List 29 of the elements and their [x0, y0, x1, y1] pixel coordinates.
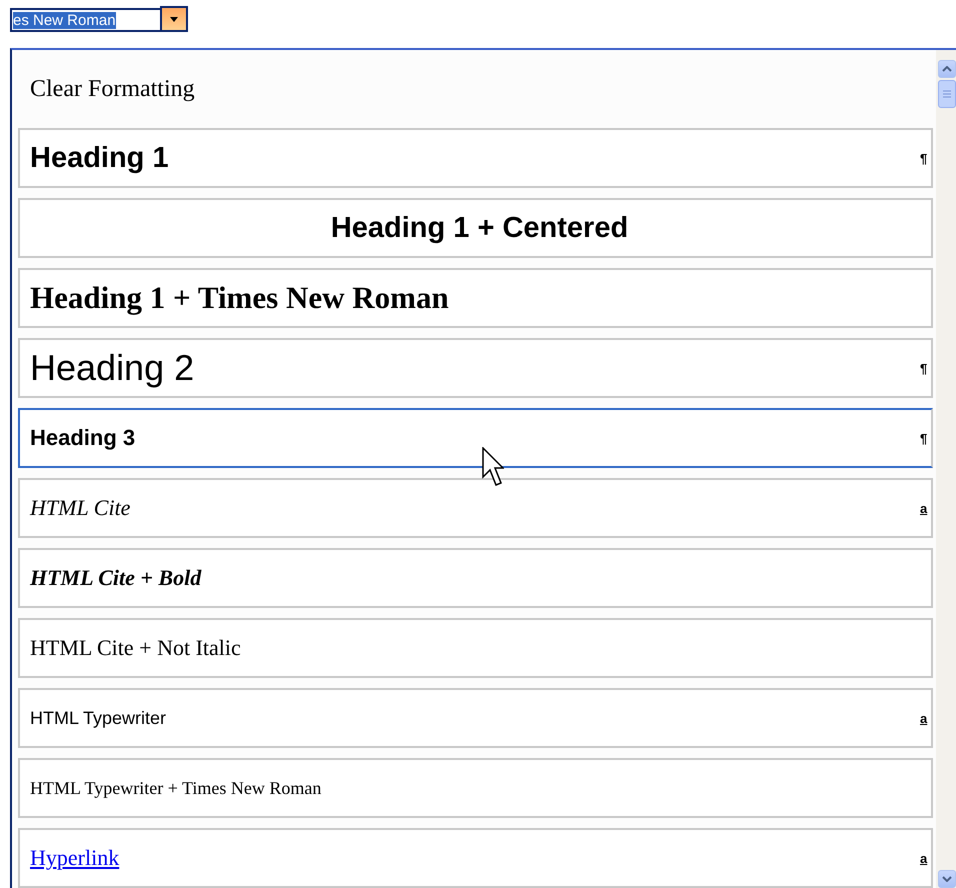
style-type-mark: a — [920, 710, 928, 726]
style-item[interactable]: Heading 1 + Centered — [18, 198, 933, 258]
chevron-down-icon — [942, 876, 952, 882]
mouse-pointer-icon — [482, 447, 504, 489]
style-type-mark: ¶ — [920, 150, 928, 166]
style-item[interactable]: HTML Typewriter a — [18, 688, 933, 748]
style-item[interactable]: Heading 1 + Times New Roman — [18, 268, 933, 328]
scrollbar[interactable] — [936, 50, 956, 888]
style-item[interactable]: HTML Cite a — [18, 478, 933, 538]
style-type-mark: ¶ — [920, 430, 928, 446]
font-name-field[interactable]: es New Roman — [10, 8, 160, 32]
style-type-mark: a — [920, 850, 928, 866]
dropdown-button[interactable] — [160, 6, 188, 32]
style-type-mark: ¶ — [920, 360, 928, 376]
grip-icon — [943, 90, 951, 98]
style-item[interactable]: Clear Formatting — [18, 60, 933, 118]
style-item[interactable]: HTML Cite + Bold — [18, 548, 933, 608]
caret-icon — [170, 16, 178, 22]
style-item[interactable]: Heading 2 ¶ — [18, 338, 933, 398]
style-item[interactable]: Heading 3 ¶ — [18, 408, 933, 468]
scroll-up-button[interactable] — [938, 60, 956, 78]
style-item[interactable]: HTML Cite + Not Italic — [18, 618, 933, 678]
chevron-up-icon — [942, 66, 952, 72]
style-type-mark: a — [920, 500, 928, 516]
scroll-thumb[interactable] — [938, 80, 956, 108]
style-item[interactable]: Heading 1 ¶ — [18, 128, 933, 188]
style-item[interactable]: HTML Typewriter + Times New Roman — [18, 758, 933, 818]
style-item[interactable]: Hyperlink a — [18, 828, 933, 888]
scroll-down-button[interactable] — [938, 870, 956, 888]
